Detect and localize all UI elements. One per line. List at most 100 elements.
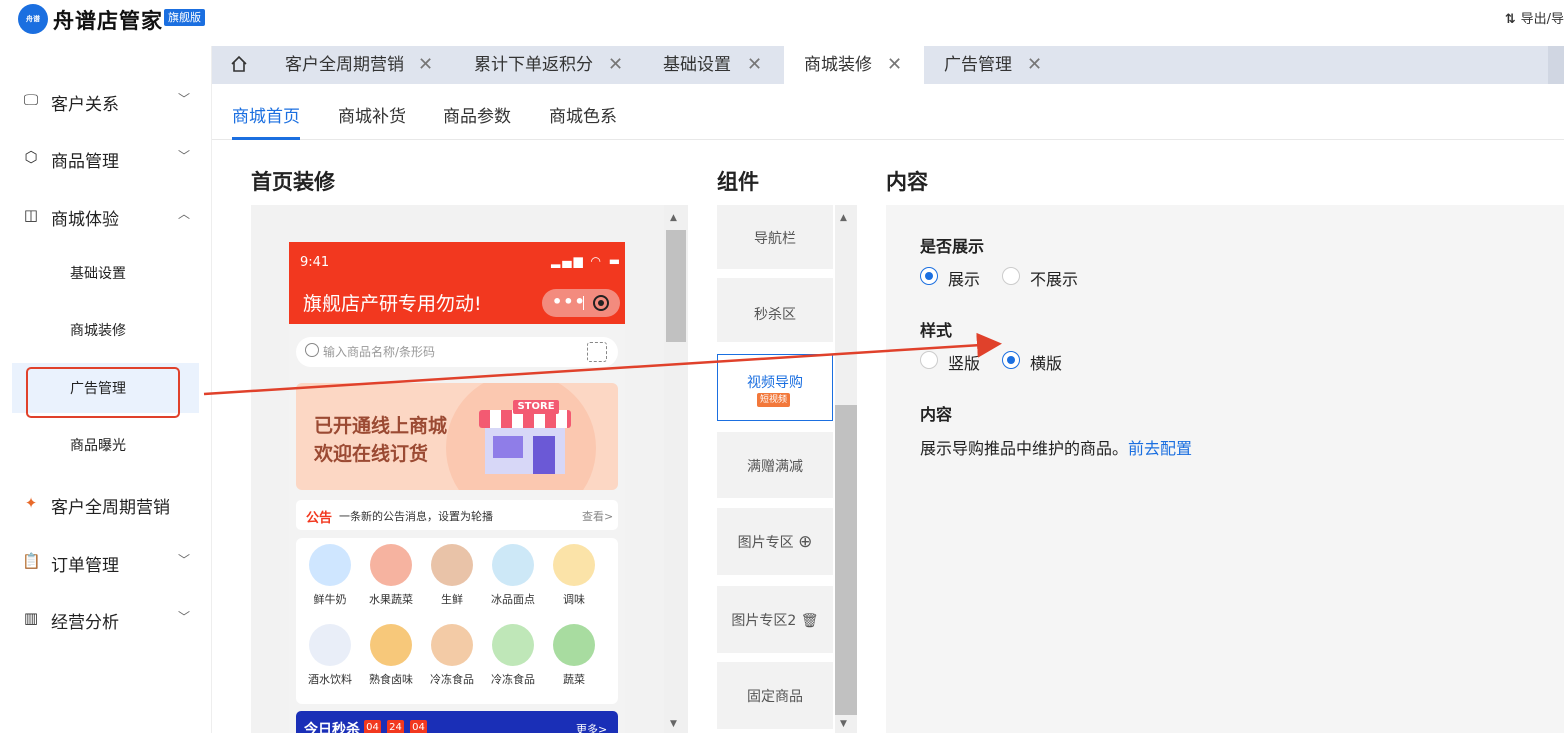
clipboard-icon: 📋 [22, 552, 41, 570]
store-sign: STORE [513, 400, 559, 414]
phone-preview: 9:41 ▂▄▆ ◠ ▬ 旗舰店产研专用勿动! ••• 输入商品名称/条形码 已… [289, 242, 625, 733]
scrollbar-thumb[interactable] [835, 405, 857, 715]
subtab-active-indicator [232, 137, 300, 140]
sidebar-item-label: 商品管理 [51, 152, 119, 172]
show-label: 是否展示 [920, 237, 985, 256]
add-circle-icon[interactable]: ⊕ [798, 532, 812, 552]
tab-lifecycle-marketing[interactable]: 客户全周期营销 ✕ [285, 46, 459, 84]
phone-capsule: ••• [542, 289, 620, 317]
tab-ad-management[interactable]: 广告管理 ✕ [944, 46, 1074, 84]
component-label: 秒杀区 [754, 307, 796, 323]
phone-notice-bar: 公告 一条新的公告消息，设置为轮播 查看> [296, 500, 618, 530]
scroll-up-icon[interactable]: ▲ [840, 213, 847, 223]
tab-label: 基础设置 [663, 55, 731, 75]
show-option-no[interactable]: 不展示 [1030, 266, 1078, 290]
show-radio-no[interactable] [1002, 267, 1020, 285]
annotation-highlight-box [26, 367, 180, 418]
tab-basic-settings[interactable]: 基础设置 ✕ [663, 46, 784, 84]
component-flash-sale[interactable]: 秒杀区 [717, 278, 833, 342]
component-label-group: 图片专区2 🗑 [717, 610, 833, 630]
submenu-product-exposure[interactable]: 商品曝光 [70, 435, 126, 455]
subtab-mall-home[interactable]: 商城首页 [232, 102, 300, 127]
scroll-down-icon[interactable]: ▼ [670, 719, 677, 729]
component-label: 图片专区2 [731, 613, 797, 629]
sidebar-item-label: 客户全周期营销 [51, 498, 170, 518]
scrollbar-thumb[interactable] [666, 230, 686, 342]
content-description-text: 展示导购推品中维护的商品。 [920, 439, 1129, 458]
submenu-basic-settings[interactable]: 基础设置 [70, 263, 126, 283]
show-option-yes[interactable]: 展示 [948, 266, 980, 290]
sub-tab-bar: 商城首页 商城补货 商品参数 商城色系 [212, 84, 1564, 140]
app-logo: 舟谱 [18, 4, 48, 34]
close-icon[interactable]: ✕ [1027, 46, 1042, 84]
flash-sale-title: 今日秒杀 [304, 722, 360, 733]
sidebar-item-order-management[interactable]: 📋 订单管理 ﹀ [0, 547, 212, 577]
style-label: 样式 [920, 321, 953, 340]
component-label: 导航栏 [754, 231, 796, 247]
sidebar-item-mall-experience[interactable]: ◫ 商城体验 ︿ [0, 201, 212, 231]
home-icon[interactable] [230, 55, 248, 73]
banner-line-1: 已开通线上商城 [314, 415, 448, 437]
subtab-mall-restock[interactable]: 商城补货 [338, 102, 406, 127]
phone-flash-sale: 今日秒杀 04 24 04 更多> [296, 711, 618, 733]
category-item: 调味 [546, 544, 602, 607]
component-nav-bar[interactable]: 导航栏 [717, 205, 833, 269]
components-section-title: 组件 [717, 170, 759, 194]
style-option-horizontal[interactable]: 横版 [1030, 350, 1062, 374]
chart-icon: ▥ [23, 609, 39, 627]
page-tab-bar: 客户全周期营销 ✕ 累计下单返积分 ✕ 基础设置 ✕ 商城装修 ✕ 广告管理 ✕ [212, 46, 1564, 84]
components-scrollbar[interactable]: ▲ ▼ [835, 205, 857, 733]
trash-icon[interactable]: 🗑 [801, 613, 819, 629]
preview-scrollbar[interactable]: ▲ ▼ [664, 205, 688, 733]
tab-label: 广告管理 [944, 55, 1012, 75]
tab-points-rebate[interactable]: 累计下单返积分 ✕ [474, 46, 644, 84]
phone-category-grid: 鲜牛奶 水果蔬菜 生鲜 冰品面点 调味 酒水饮料 熟食卤味 冷冻食品 冷冻食品 … [296, 538, 618, 704]
component-image-zone[interactable]: 图片专区 ⊕ [717, 508, 833, 575]
close-icon[interactable]: ✕ [608, 46, 623, 84]
submenu-mall-decoration[interactable]: 商城装修 [70, 320, 126, 340]
notice-message: 一条新的公告消息，设置为轮播 [339, 510, 493, 523]
phone-time: 9:41 [300, 255, 330, 270]
phone-banner: 已开通线上商城 欢迎在线订货 STORE [296, 383, 618, 490]
category-item: 冷冻食品 [485, 624, 541, 687]
close-icon[interactable]: ✕ [887, 46, 902, 84]
sidebar-item-business-analysis[interactable]: ▥ 经营分析 ﹀ [0, 604, 212, 634]
subtab-mall-colors[interactable]: 商城色系 [549, 102, 617, 127]
notice-tag: 公告 [306, 511, 333, 526]
component-image-zone-2[interactable]: 图片专区2 🗑 [717, 586, 833, 653]
style-radio-horizontal[interactable] [1002, 351, 1020, 369]
sidebar-item-product-management[interactable]: ⬡ 商品管理 ﹀ [0, 143, 212, 173]
sidebar-item-lifecycle-marketing[interactable]: ✦ 客户全周期营销 [0, 489, 212, 519]
component-label: 满赠满减 [747, 459, 803, 475]
more-icon: ••• [552, 292, 586, 311]
component-label: 固定商品 [747, 689, 803, 705]
app-name: 舟谱店管家 [53, 9, 163, 33]
top-header: 舟谱 舟谱店管家 旗舰版 ⇅ 导出/导 [0, 0, 1564, 46]
sidebar-item-customer-relations[interactable]: 🖵 客户关系 ﹀ [0, 86, 212, 116]
chevron-down-icon: ﹀ [178, 610, 191, 624]
scroll-up-icon[interactable]: ▲ [670, 213, 677, 223]
tab-mall-decoration[interactable]: 商城装修 ✕ [784, 46, 924, 84]
show-radio-yes[interactable] [920, 267, 938, 285]
category-item: 冰品面点 [485, 544, 541, 607]
component-video-shopping[interactable]: 视频导购 短视频 [717, 354, 833, 421]
export-button[interactable]: ⇅ 导出/导 [1505, 8, 1564, 27]
category-item: 熟食卤味 [363, 624, 419, 687]
subtab-product-params[interactable]: 商品参数 [443, 102, 511, 127]
scroll-down-icon[interactable]: ▼ [840, 719, 847, 729]
close-icon[interactable]: ✕ [418, 46, 433, 84]
style-option-vertical[interactable]: 竖版 [948, 350, 980, 374]
component-promotion[interactable]: 满赠满减 [717, 432, 833, 498]
short-video-badge: 短视频 [757, 393, 791, 407]
style-radio-vertical[interactable] [920, 351, 938, 369]
category-item: 生鲜 [424, 544, 480, 607]
component-fixed-products[interactable]: 固定商品 [717, 662, 833, 729]
content-label: 内容 [920, 405, 953, 424]
configure-link[interactable]: 前去配置 [1128, 439, 1192, 458]
tab-label: 客户全周期营销 [285, 55, 404, 75]
preview-section-title: 首页装修 [251, 170, 335, 194]
close-icon[interactable]: ✕ [747, 46, 762, 84]
tab-scroll-button[interactable] [1548, 46, 1564, 84]
phone-search-bar: 输入商品名称/条形码 [296, 337, 618, 367]
countdown-minutes: 24 [387, 720, 404, 733]
